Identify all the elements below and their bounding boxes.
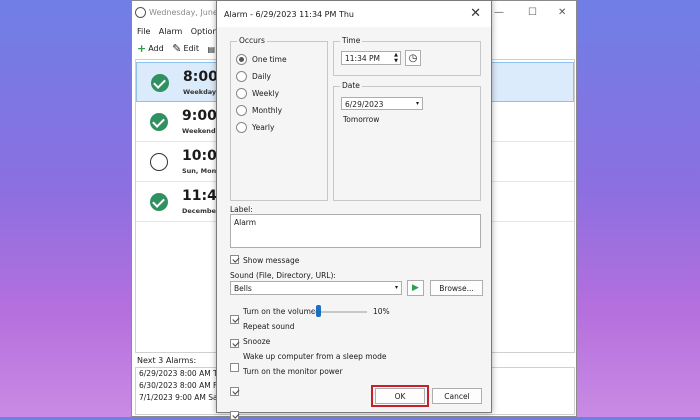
edit-button[interactable]: ✎ Edit [172,42,199,55]
occurs-label: Occurs [237,36,267,45]
radio-daily[interactable]: Daily [236,68,287,85]
minimize-icon[interactable]: — [494,7,504,18]
alarm-repeat: December [182,207,220,215]
monitor-power-label: Turn on the monitor power [243,367,343,376]
dialog-close-icon[interactable]: ✕ [470,6,481,21]
enabled-check-icon[interactable] [151,74,169,92]
play-button[interactable]: ▶ [407,280,424,296]
monitor-power-checkbox[interactable] [230,411,239,420]
occurs-group: Occurs One time Daily Weekly Monthly Yea… [230,36,328,201]
chevron-down-icon: ▾ [415,100,419,107]
volume-slider-thumb[interactable] [316,305,322,317]
label-caption: Label: [230,205,253,214]
occurs-options: One time Daily Weekly Monthly Yearly [236,51,287,136]
sound-select[interactable]: Bells ▾ [230,281,402,295]
date-hint: Tomorrow [343,115,380,124]
plus-icon: + [137,42,147,55]
add-button[interactable]: + Add [137,42,164,55]
radio-dot [236,88,247,99]
sound-caption: Sound (File, Directory, URL): [230,271,336,280]
main-close-icon[interactable]: ✕ [558,7,566,18]
wake-up-checkbox[interactable] [230,387,239,396]
radio-dot [236,71,247,82]
browse-button[interactable]: Browse... [430,280,483,296]
main-title: Wednesday, June 2 [149,8,226,17]
date-picker[interactable]: 6/29/2023 ▾ [341,97,423,110]
menu-alarm[interactable]: Alarm [159,27,183,36]
alarm-repeat: Weekdays [183,88,221,96]
sound-value: Bells [234,284,252,293]
snooze-label: Snooze [243,337,271,346]
alarm-dialog: Alarm - 6/29/2023 11:34 PM Thu ✕ Occurs … [216,0,492,420]
time-label: Time [340,36,363,45]
clock-app-icon [135,7,146,18]
radio-dot [236,122,247,133]
menu-file[interactable]: File [137,27,150,36]
date-group: Date 6/29/2023 ▾ Tomorrow [333,81,481,201]
play-icon: ▶ [412,283,419,293]
dialog-title-bar: Alarm - 6/29/2023 11:34 PM Thu ✕ [217,1,491,27]
date-label: Date [340,81,362,90]
clock-icon: ◷ [408,52,418,64]
show-message-checkbox[interactable] [230,255,239,264]
alarm-repeat: Weekends [182,127,220,135]
next-alarms-label: Next 3 Alarms: [137,356,197,365]
add-label: Add [148,44,164,53]
repeat-sound-label: Repeat sound [243,322,295,331]
chevron-down-icon: ▾ [394,284,398,291]
spinner-icon[interactable]: ▲ ▼ [394,52,398,64]
disabled-circle-icon[interactable] [150,153,168,171]
radio-one-time[interactable]: One time [236,51,287,68]
time-group: Time 11:34 PM ▲ ▼ ◷ [333,36,481,76]
dialog-title: Alarm - 6/29/2023 11:34 PM Thu [224,10,354,19]
show-message-label: Show message [243,256,300,265]
label-value: Alarm [234,218,257,227]
radio-label: Daily [252,72,271,81]
radio-label: One time [252,55,287,64]
alarm-repeat: Sun, Mon, [182,167,219,175]
volume-label: Turn on the volume [243,307,316,316]
copy-icon[interactable]: ▤ [208,45,216,54]
radio-dot [236,105,247,116]
maximize-icon[interactable]: ☐ [528,7,537,18]
enabled-check-icon[interactable] [150,113,168,131]
volume-value: 10% [373,307,390,316]
volume-slider-track[interactable] [313,311,367,313]
date-value: 6/29/2023 [345,100,384,109]
edit-icon: ✎ [172,42,182,55]
radio-yearly[interactable]: Yearly [236,119,287,136]
wake-up-label: Wake up computer from a sleep mode [243,352,387,361]
ok-button[interactable]: OK [375,388,425,404]
time-input[interactable]: 11:34 PM ▲ ▼ [341,51,401,65]
radio-monthly[interactable]: Monthly [236,102,287,119]
edit-label: Edit [183,44,199,53]
clock-picker-button[interactable]: ◷ [405,50,421,66]
volume-checkbox[interactable] [230,315,239,324]
radio-weekly[interactable]: Weekly [236,85,287,102]
radio-dot [236,54,247,65]
radio-label: Yearly [252,123,275,132]
radio-label: Weekly [252,89,280,98]
toolbar: + Add ✎ Edit ▤ [137,42,221,56]
label-textarea[interactable]: Alarm [230,214,481,248]
radio-label: Monthly [252,106,283,115]
time-value: 11:34 PM [345,54,380,63]
cancel-button[interactable]: Cancel [432,388,482,404]
menu-bar: File Alarm Options [137,27,228,39]
repeat-sound-checkbox[interactable] [230,339,239,348]
enabled-check-icon[interactable] [150,193,168,211]
snooze-checkbox[interactable] [230,363,239,372]
